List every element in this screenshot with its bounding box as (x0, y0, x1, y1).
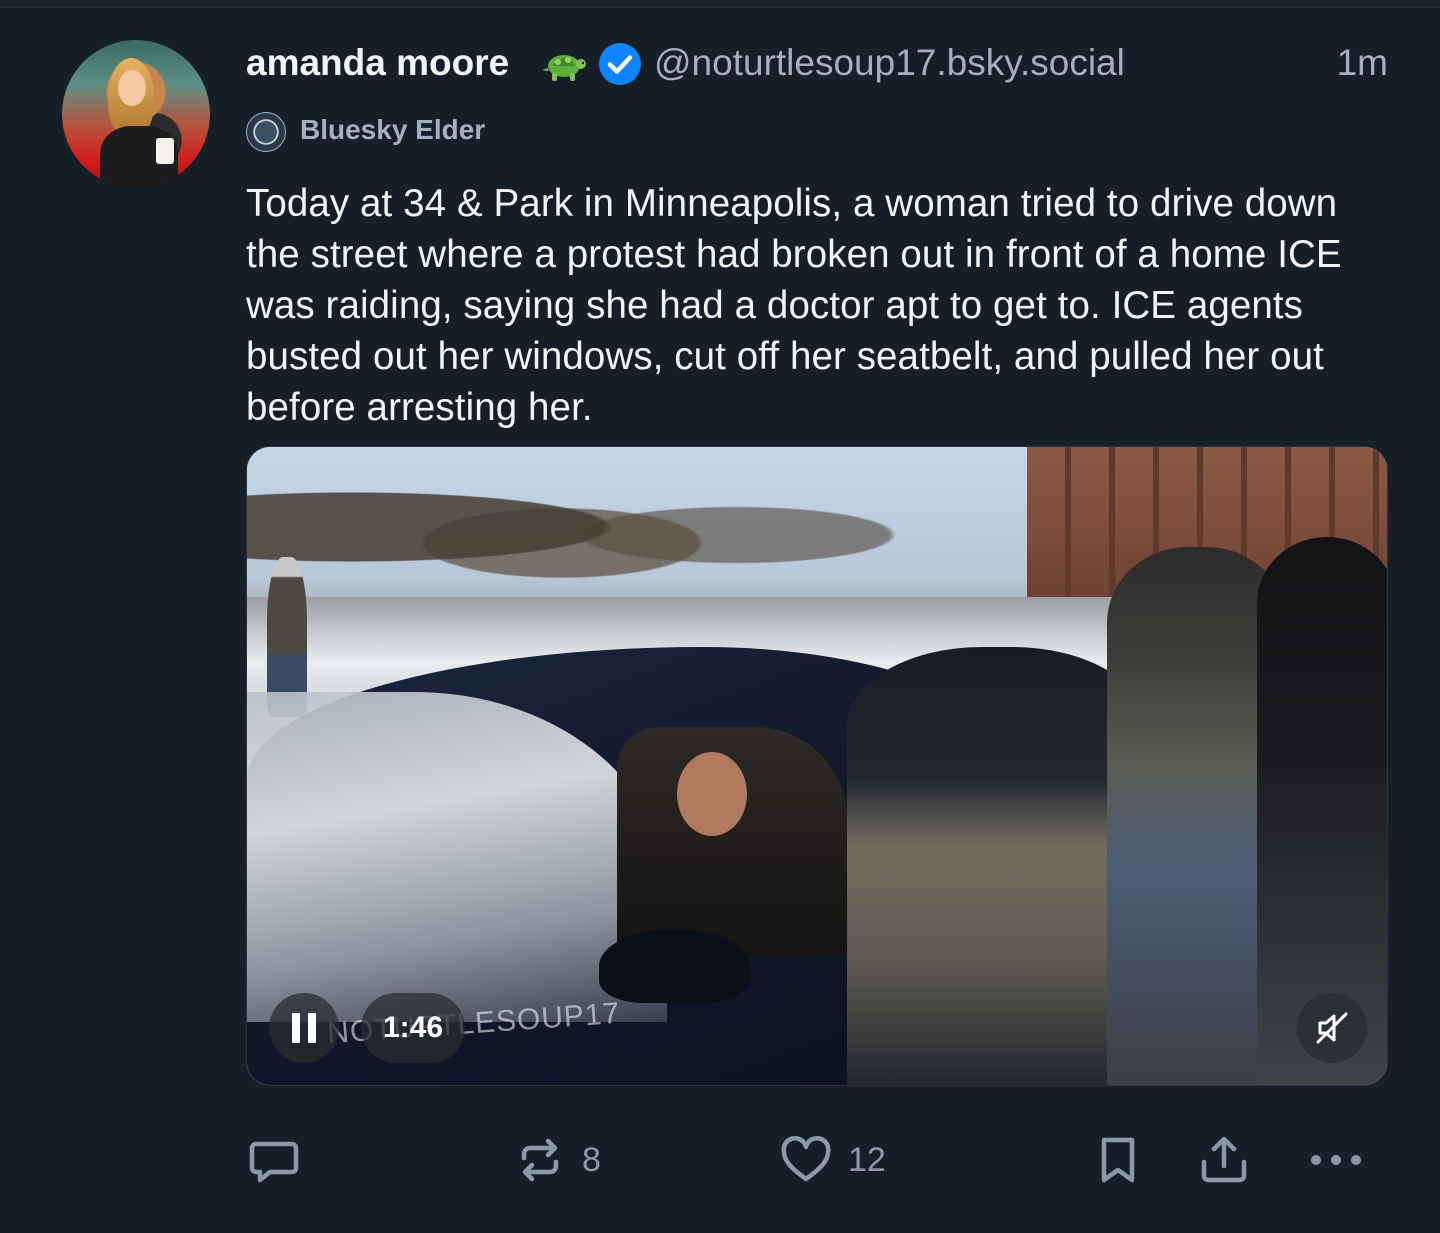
author-avatar[interactable] (62, 40, 210, 188)
author-name[interactable]: amanda moore (246, 42, 509, 84)
heart-icon (781, 1136, 831, 1182)
avatar-face (118, 70, 146, 106)
repost-button[interactable]: 8 (512, 1128, 601, 1192)
video-duration: 1:46 (361, 993, 466, 1063)
reply-button[interactable] (246, 1128, 316, 1192)
avatar-cup (156, 138, 174, 164)
post-time[interactable]: 1m (1337, 42, 1388, 84)
pause-icon (292, 1013, 316, 1043)
pause-button[interactable] (269, 993, 339, 1063)
bookmark-icon (1101, 1137, 1135, 1183)
muted-speaker-icon (1316, 1012, 1348, 1044)
post-header: amanda moore @noturtlesoup17.bsky.social… (246, 36, 1388, 92)
like-button[interactable]: 12 (778, 1128, 886, 1192)
badge-label: Bluesky Elder (300, 114, 486, 145)
repost-icon (521, 1138, 559, 1182)
share-icon (1201, 1136, 1247, 1183)
mute-button[interactable] (1297, 993, 1367, 1063)
share-button[interactable] (1196, 1128, 1252, 1192)
video-frame-driver (677, 752, 747, 836)
more-dots-icon (1311, 1155, 1361, 1165)
bookmark-button[interactable] (1090, 1128, 1146, 1192)
top-divider (0, 6, 1440, 8)
author-handle[interactable]: @noturtlesoup17.bsky.social (654, 42, 1125, 84)
repost-count: 8 (582, 1140, 601, 1179)
post-actions: 8 12 (246, 1128, 1388, 1192)
video-frame-mirror (599, 929, 749, 1003)
video-frame-agent (847, 647, 1147, 1085)
reply-bubble-icon (249, 1141, 299, 1183)
post-text: Today at 34 & Park in Minneapolis, a wom… (246, 182, 1342, 429)
verified-check-icon[interactable] (598, 42, 642, 86)
video-frame-trees (247, 447, 947, 607)
bluesky-elder-badge-icon (246, 112, 286, 152)
like-count: 12 (848, 1140, 886, 1179)
turtle-emoji-icon (542, 55, 586, 81)
more-options-button[interactable] (1306, 1128, 1366, 1192)
video-player[interactable]: NOTURTLESOUP17 1:46 (246, 446, 1388, 1086)
